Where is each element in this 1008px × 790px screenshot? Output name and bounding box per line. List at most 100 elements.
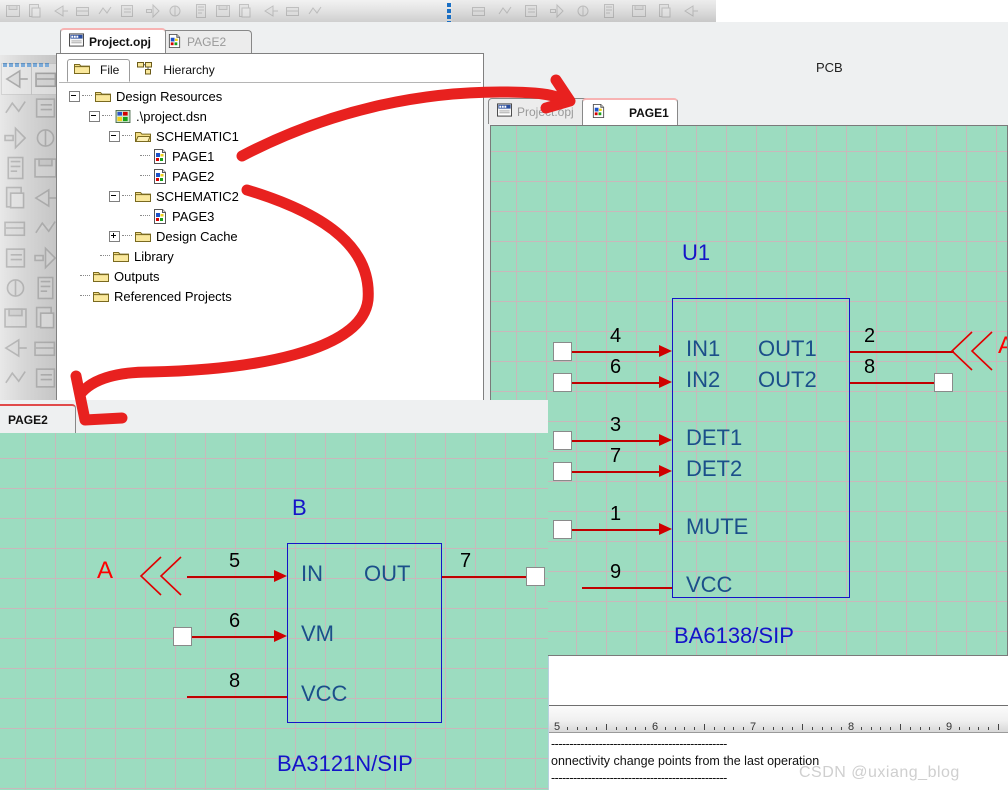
page2-window: PAGE2 B BA3121N/SIP 5 IN 6 VM 8 VCC A 7 OUT (0, 400, 548, 790)
off-page-connector-icon[interactable] (139, 553, 185, 599)
pin-wire (850, 351, 954, 353)
place-power-icon[interactable] (1, 183, 30, 213)
tree-item-page3[interactable]: PAGE3 (65, 206, 479, 226)
project-view-tabs[interactable]: File Hierarchy (67, 59, 226, 82)
zoom-in-icon[interactable] (1, 333, 30, 363)
off-page-connector-icon[interactable] (950, 328, 996, 374)
tree-item-page1[interactable]: PAGE1 (65, 146, 479, 166)
page2-tabstrip[interactable]: PAGE2 (0, 400, 548, 434)
tree-connector-line (80, 275, 90, 277)
place-off-page-icon[interactable] (1, 213, 30, 243)
export-netlist-icon[interactable] (192, 2, 210, 20)
tree-item-library[interactable]: Library (65, 246, 479, 266)
align-center-icon[interactable] (496, 2, 514, 20)
tree-item-referenced-projects[interactable]: Referenced Projects (65, 286, 479, 306)
net-endpoint-square[interactable] (553, 520, 572, 539)
page2-schematic-canvas[interactable]: B BA3121N/SIP 5 IN 6 VM 8 VCC A 7 OUT (0, 433, 548, 790)
backannotate-icon[interactable] (96, 2, 114, 20)
cross-reference-icon[interactable] (214, 2, 232, 20)
net-endpoint-square[interactable] (934, 373, 953, 392)
net-endpoint-square[interactable] (173, 627, 192, 646)
tab-label: PAGE2 (187, 35, 227, 49)
copy-pages-icon[interactable] (26, 2, 44, 20)
top-toolbar[interactable] (0, 0, 716, 25)
ruler-tick (968, 727, 970, 730)
net-endpoint-square[interactable] (526, 567, 545, 586)
tree-item-schematic2[interactable]: SCHEMATIC2 (65, 186, 479, 206)
pin-arrow-icon (274, 630, 287, 642)
page1-window: Project.opj PAGE1 U1 BA6138/SIP 4 IN1 6 IN2 3 DE… (486, 96, 1008, 656)
ruler-tick (909, 727, 911, 730)
net-endpoint-square[interactable] (553, 342, 572, 361)
ruler-tick (782, 727, 784, 730)
page1-tabstrip[interactable]: Project.opj PAGE1 (486, 96, 1008, 125)
drc-icon[interactable] (144, 2, 162, 20)
place-ground-icon[interactable] (1, 273, 30, 303)
tree-toggle-plus-icon[interactable] (109, 230, 120, 242)
ruler-tick (988, 727, 990, 730)
ruler-tick (811, 727, 813, 730)
project-window-tab-page2[interactable]: PAGE2 (158, 30, 252, 53)
place-hierarchical-port-icon[interactable] (1, 243, 30, 273)
design-resources-tree[interactable]: Design Resources .\project.dsn SCHEMATIC1 P… (65, 86, 479, 396)
annotate-icon[interactable] (74, 2, 92, 20)
net-endpoint-square[interactable] (553, 462, 572, 481)
netlist-icon[interactable] (284, 2, 302, 20)
horizontal-ruler: 5 6 7 8 9 (549, 705, 1008, 733)
align-right-icon[interactable] (522, 2, 540, 20)
place-bus-icon[interactable] (1, 123, 30, 153)
tree-item-design-resources[interactable]: Design Resources (65, 86, 479, 106)
project-opj-icon (69, 33, 84, 50)
align-toolbar[interactable] (452, 0, 716, 22)
tree-item-schematic1[interactable]: SCHEMATIC1 (65, 126, 479, 146)
ruler-tick (939, 727, 941, 730)
tree-toggle-minus-icon[interactable] (109, 190, 120, 202)
project-subtab-file[interactable]: File (67, 59, 131, 82)
zoom-area-icon[interactable] (1, 363, 30, 393)
ruler-label: 8 (848, 721, 855, 733)
select-arrow-icon[interactable] (1, 63, 32, 95)
space-horizontal-icon[interactable] (630, 2, 648, 20)
b-part-name: BA3121N/SIP (277, 751, 413, 776)
space-vertical-icon[interactable] (656, 2, 674, 20)
ruler-label: 6 (652, 721, 659, 733)
project-window-tab-project-opj[interactable]: Project.opj (60, 28, 166, 53)
tree-item-design-cache[interactable]: Design Cache (65, 226, 479, 246)
bom-icon[interactable] (166, 2, 184, 20)
ruler-tick (694, 727, 696, 730)
tree-toggle-minus-icon[interactable] (69, 90, 80, 102)
design-rules-icon[interactable] (262, 2, 280, 20)
delete-icon[interactable] (682, 2, 700, 20)
net-endpoint-square[interactable] (553, 373, 572, 392)
tree-toggle-minus-icon[interactable] (89, 110, 100, 122)
pin-name: IN (301, 561, 323, 586)
net-endpoint-square[interactable] (553, 431, 572, 450)
pin-wire (567, 440, 660, 442)
save-icon[interactable] (4, 2, 22, 20)
tree-item-page2[interactable]: PAGE2 (65, 166, 479, 186)
page1-window-tab-project-opj[interactable]: Project.opj (488, 98, 592, 124)
page2-window-tab[interactable]: PAGE2 (0, 404, 76, 433)
tree-item-outputs[interactable]: Outputs (65, 266, 479, 286)
update-properties-icon[interactable] (118, 2, 136, 20)
tree-item-project-dsn[interactable]: .\project.dsn (65, 106, 479, 126)
project-window-tabstrip[interactable]: Project.opj PAGE2 (56, 28, 486, 53)
left-toolbar-drag-handle[interactable] (2, 56, 60, 67)
net-icon[interactable] (52, 2, 70, 20)
place-part-icon[interactable] (306, 2, 324, 20)
tree-item-label: Library (134, 248, 174, 264)
place-bus-entry-icon[interactable] (1, 153, 30, 183)
align-left-icon[interactable] (470, 2, 488, 20)
place-polyline-icon[interactable] (1, 303, 30, 333)
align-bottom-icon[interactable] (600, 2, 618, 20)
page1-schematic-canvas[interactable]: U1 BA6138/SIP 4 IN1 6 IN2 3 DET1 7 DET2 1 MUTE 9 VCC 2… (490, 125, 1008, 656)
place-wire-icon[interactable] (1, 93, 30, 123)
align-middle-icon[interactable] (574, 2, 592, 20)
project-manager-icon[interactable] (236, 2, 254, 20)
tree-toggle-minus-icon[interactable] (109, 130, 120, 142)
page1-window-tab-page1[interactable]: PAGE1 (582, 98, 678, 125)
tree-connector-line (80, 295, 90, 297)
drawing-toolbar[interactable] (0, 55, 63, 404)
align-top-icon[interactable] (548, 2, 566, 20)
project-subtab-hierarchy[interactable]: Hierarchy (130, 59, 226, 82)
